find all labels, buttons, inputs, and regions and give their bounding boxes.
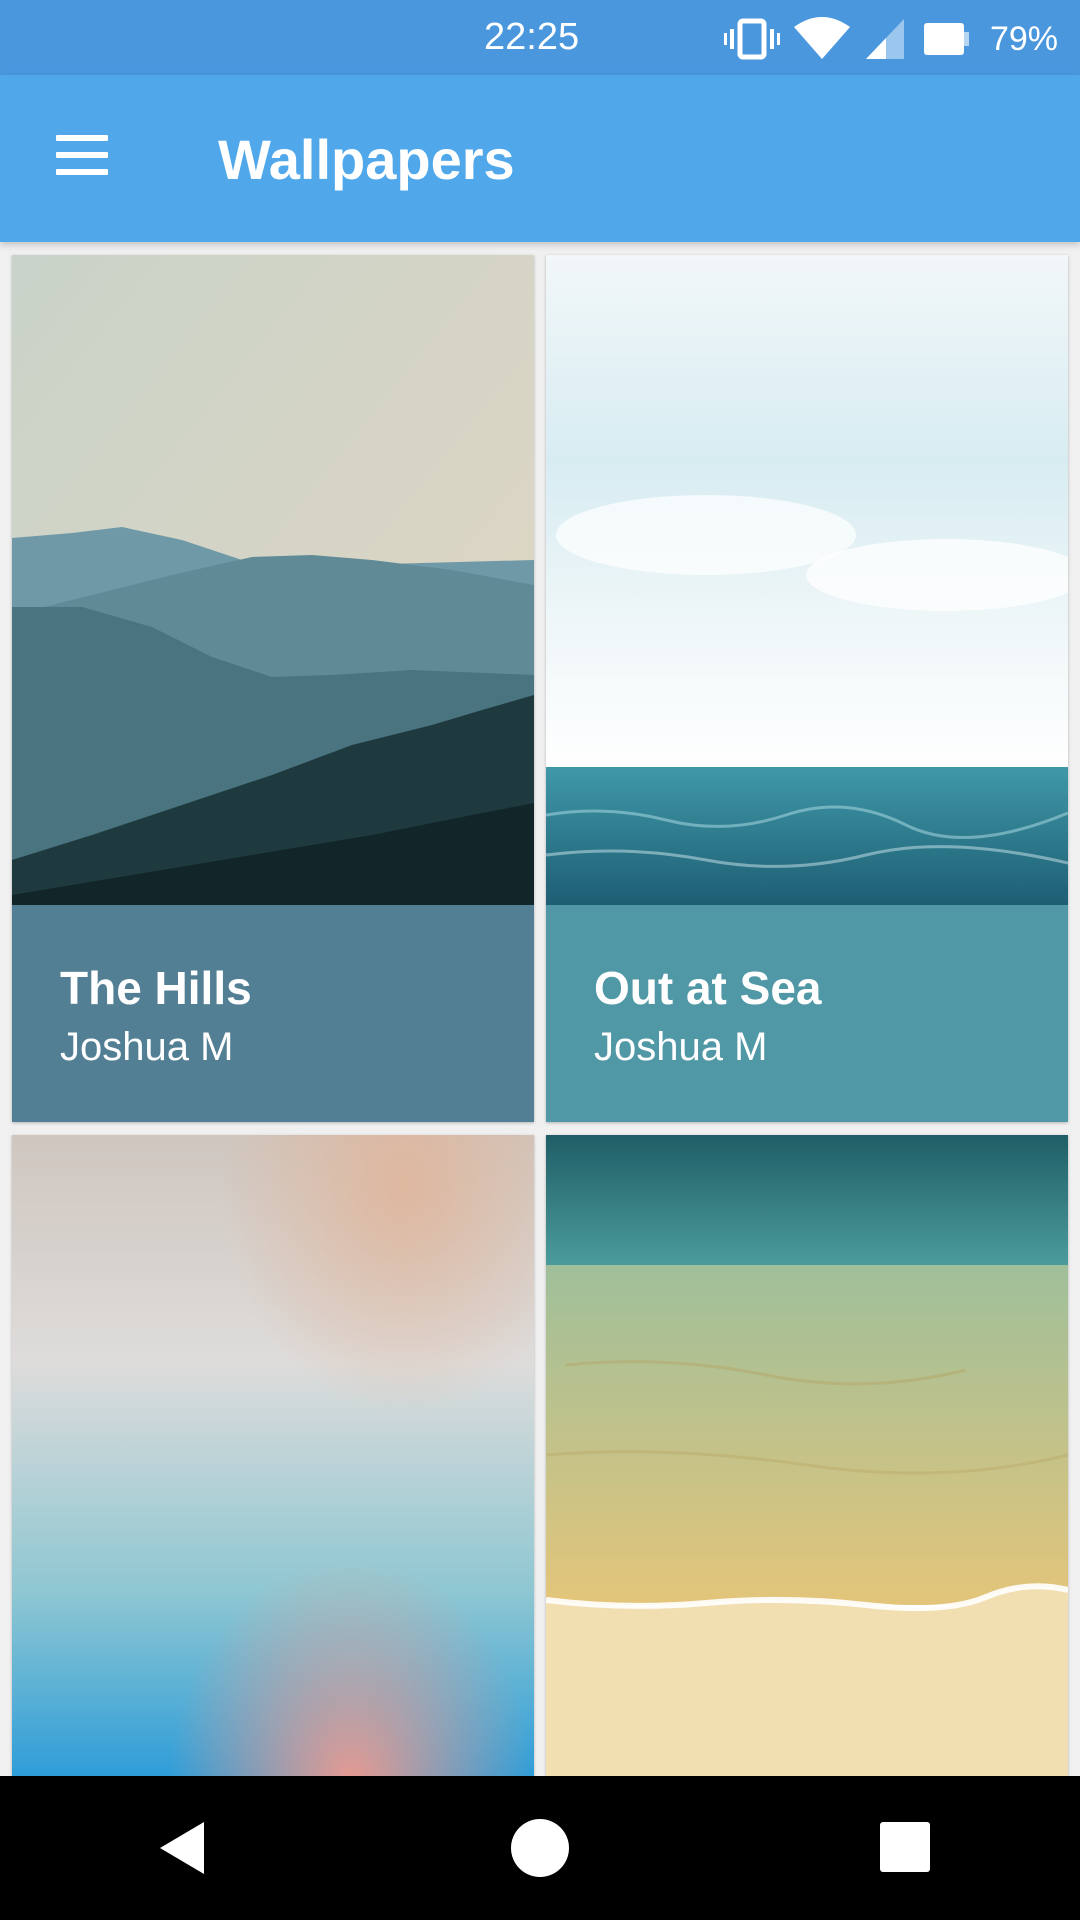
wallpaper-author: Joshua M [594, 1025, 768, 1069]
wifi-icon [793, 17, 850, 59]
battery-icon [923, 23, 969, 55]
wallpaper-card-4[interactable] [546, 1135, 1068, 1776]
status-bar: 22:25 79% [0, 0, 1080, 75]
wallpaper-card-the-hills[interactable]: The Hills Joshua M [12, 255, 534, 1122]
wallpaper-author: Joshua M [60, 1025, 234, 1069]
status-icons: 79% [723, 16, 1058, 62]
page-title: Wallpapers [218, 128, 515, 191]
cell-signal-icon [865, 19, 904, 59]
wallpaper-card-out-at-sea[interactable]: Out at Sea Joshua M [546, 255, 1068, 1122]
wallpaper-title: The Hills [60, 962, 252, 1014]
wallpaper-thumbnail-hills [12, 255, 534, 905]
recents-icon[interactable] [876, 1818, 936, 1878]
wallpaper-card-footer: Out at Sea Joshua M [546, 905, 1068, 1122]
home-icon[interactable] [510, 1818, 570, 1878]
wallpaper-grid: The Hills Joshua M Out at Sea Joshua M [0, 242, 1080, 1776]
status-time: 22:25 [484, 16, 580, 58]
app-bar: Wallpapers [0, 75, 1080, 242]
battery-percentage: 79% [989, 19, 1058, 58]
wallpaper-card-footer: The Hills Joshua M [12, 905, 534, 1122]
menu-icon[interactable] [52, 131, 112, 179]
wallpaper-thumbnail-beach [546, 1135, 1068, 1776]
wallpaper-thumbnail-pastel [12, 1135, 534, 1776]
vibrate-icon [723, 18, 780, 60]
navigation-bar [0, 1776, 1080, 1920]
wallpaper-thumbnail-sea [546, 255, 1068, 905]
back-icon[interactable] [152, 1818, 212, 1878]
wallpaper-card-3[interactable] [12, 1135, 534, 1776]
wallpaper-title: Out at Sea [594, 962, 822, 1014]
